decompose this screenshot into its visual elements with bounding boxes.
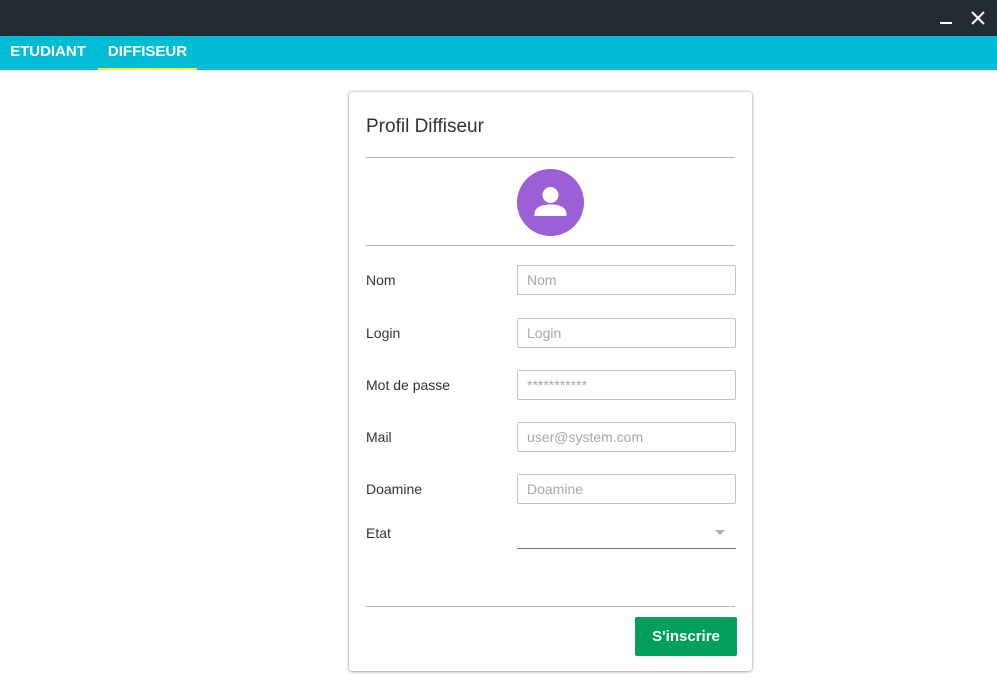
- tab-etudiant[interactable]: ETUDIANT: [0, 36, 96, 70]
- nom-input[interactable]: [517, 265, 736, 295]
- tab-diffuseur[interactable]: DIFFISEUR: [98, 36, 197, 70]
- login-input[interactable]: [517, 318, 736, 348]
- mail-label: Mail: [366, 429, 392, 445]
- mail-input[interactable]: [517, 422, 736, 452]
- password-label: Mot de passe: [366, 377, 451, 393]
- etat-select[interactable]: [517, 516, 736, 549]
- avatar-divider: [366, 245, 735, 246]
- minimize-icon[interactable]: [936, 8, 956, 28]
- domaine-label: Doamine: [366, 481, 423, 497]
- domaine-input[interactable]: [517, 474, 736, 504]
- window-titlebar: [0, 0, 997, 36]
- user-icon: [534, 187, 567, 216]
- nom-label: Nom: [366, 272, 396, 288]
- profile-card: Profil Diffiseur Nom Login Mot de passe …: [349, 92, 752, 671]
- tab-bar: ETUDIANT DIFFISEUR: [0, 36, 997, 70]
- avatar: [517, 169, 584, 236]
- login-label: Login: [366, 325, 401, 341]
- chevron-down-icon: [715, 530, 725, 535]
- etat-label: Etat: [366, 525, 391, 541]
- card-title: Profil Diffiseur: [366, 116, 484, 137]
- close-icon[interactable]: [968, 8, 988, 28]
- password-input[interactable]: [517, 370, 736, 400]
- signup-button[interactable]: S'inscrire: [635, 617, 737, 656]
- footer-divider: [366, 606, 735, 607]
- title-divider: [366, 157, 735, 158]
